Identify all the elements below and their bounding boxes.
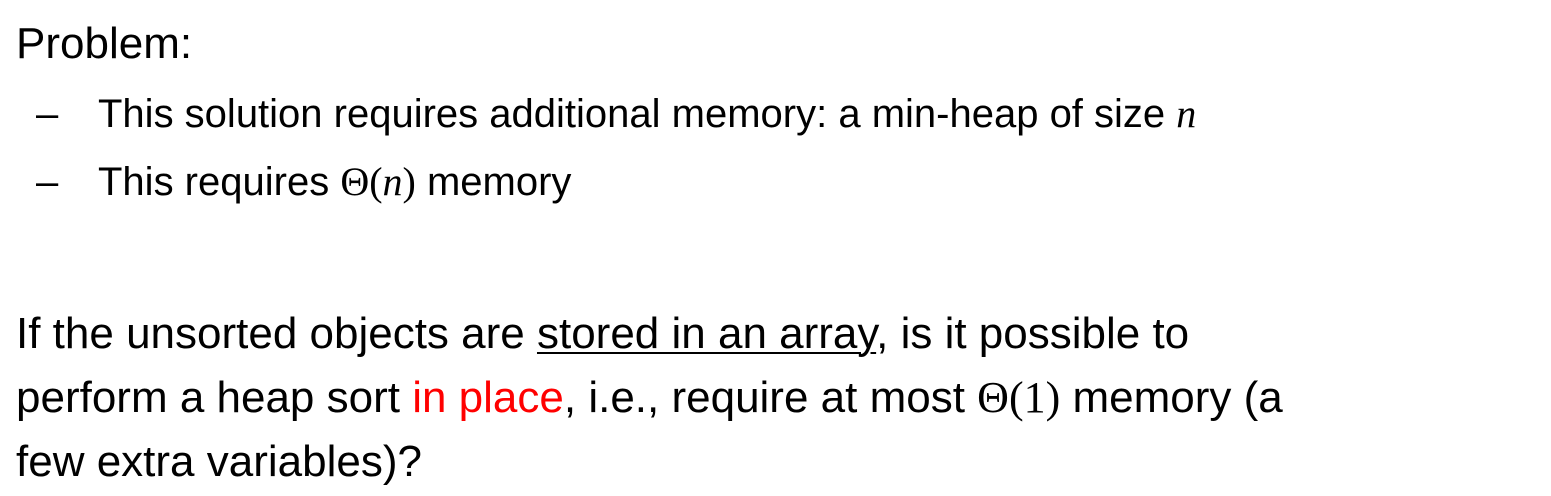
math-variable-n: n [1176,91,1197,136]
bullet-text: This solution requires additional memory… [98,86,1196,142]
slide-heading: Problem: [16,19,193,68]
math-theta-1: Θ(1) [977,373,1061,422]
question-paragraph: If the unsorted objects are stored in an… [16,302,1546,494]
paragraph-line-3: few extra variables)? [16,437,422,486]
bullet-text-after: memory [415,160,572,204]
emphasis-in-place: in place [412,373,564,422]
underlined-phrase: stored in an array [536,309,877,358]
slide: Problem: – This solution requires additi… [0,0,1551,496]
bullet-text: This requires Θ(n) memory [98,154,571,210]
bullet-text-body: This solution requires additional memory… [98,92,1177,136]
bullet-dash: – [36,160,59,204]
bullet-text-before: This requires [98,160,341,204]
paragraph-line-2: perform a heap sort in place, i.e., requ… [16,373,1283,422]
bullet-dash: – [36,92,59,136]
paragraph-line-1: If the unsorted objects are stored in an… [16,309,1190,358]
math-theta-n: Θ(n) [340,159,416,204]
